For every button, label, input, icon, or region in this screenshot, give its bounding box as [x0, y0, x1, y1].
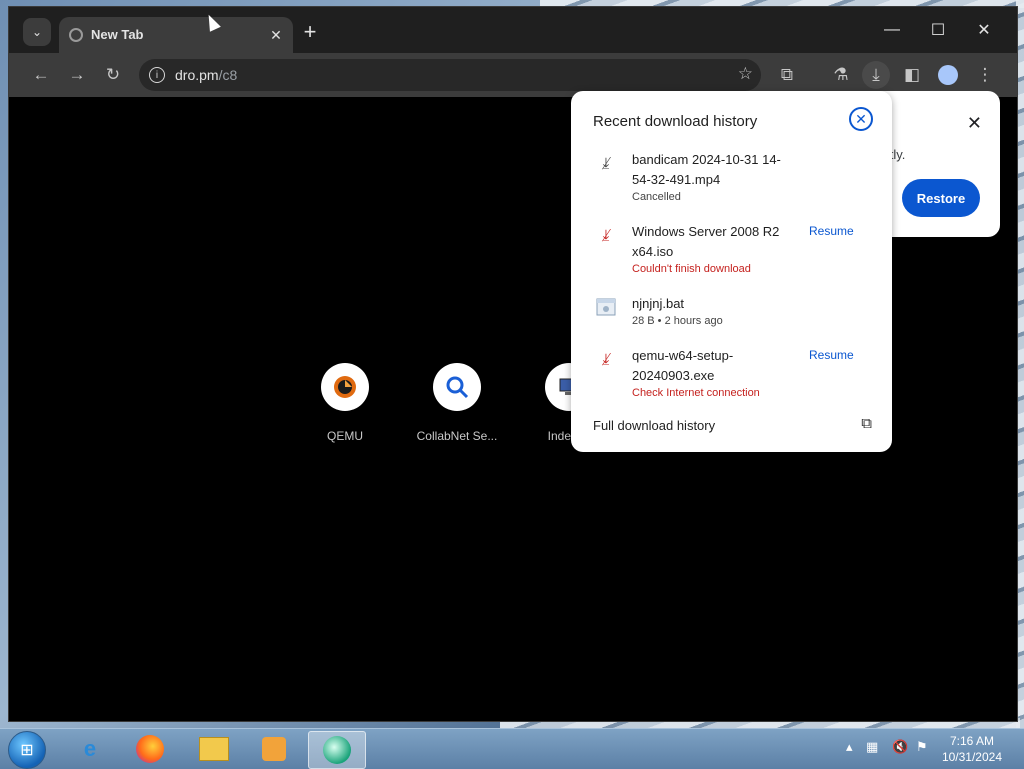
taskbar-file-explorer[interactable] — [186, 731, 242, 767]
download-history-panel: Recent download history ✕ ⤓̸ bandicam 20… — [571, 91, 892, 452]
side-panel-button[interactable]: ◧ — [898, 61, 926, 89]
media-player-icon — [262, 737, 286, 761]
close-icon[interactable]: ✕ — [967, 113, 982, 134]
close-icon[interactable]: ✕ — [849, 107, 873, 131]
download-status: Couldn't finish download — [632, 263, 751, 275]
shortcut-collabnet[interactable]: CollabNet Se... — [412, 363, 502, 443]
download-icon: ⤓ — [872, 65, 880, 84]
profile-button[interactable] — [934, 61, 962, 89]
internet-explorer-icon: e — [83, 736, 97, 761]
show-hidden-icons[interactable]: ▴ — [846, 739, 853, 755]
labs-button[interactable]: ⚗ — [827, 61, 855, 89]
tab-new-tab[interactable]: New Tab ✕ — [59, 17, 293, 53]
clock[interactable]: 7:16 AM 10/31/2024 — [942, 733, 1002, 765]
start-button[interactable]: ⊞ — [8, 731, 46, 769]
url-text: dro.pm/c8 — [175, 67, 237, 83]
download-error-icon: ⤓̸ — [602, 350, 610, 368]
maximize-button[interactable]: ☐ — [915, 15, 961, 45]
minimize-button[interactable]: — — [869, 15, 915, 45]
reload-icon: ↻ — [105, 65, 121, 84]
address-bar[interactable]: i dro.pm/c8 ☆ — [139, 59, 761, 91]
taskbar-media-player[interactable] — [246, 731, 302, 767]
open-in-new-icon[interactable]: ⧉ — [861, 415, 872, 432]
shortcut-qemu[interactable]: QEMU — [300, 363, 390, 443]
menu-button[interactable]: ⋮ — [971, 61, 999, 89]
chevron-down-icon: ⌄ — [31, 25, 43, 39]
tab-title: New Tab — [91, 27, 144, 42]
qemu-icon — [321, 363, 369, 411]
shortcut-label: CollabNet Se... — [416, 429, 498, 443]
taskbar-firefox[interactable] — [122, 731, 178, 767]
resume-button[interactable]: Resume — [809, 348, 854, 362]
shortcut-label: QEMU — [327, 429, 363, 443]
download-error-icon: ⤓̸ — [602, 226, 610, 244]
download-filename: qemu-w64-setup-20240903.exe — [632, 348, 734, 383]
firefox-icon — [136, 735, 164, 763]
bookmark-star-icon[interactable]: ☆ — [738, 64, 753, 84]
browser-icon — [323, 736, 351, 764]
tab-search-button[interactable]: ⌄ — [23, 18, 51, 46]
panel-title: Recent download history — [593, 113, 758, 130]
action-center-flag-icon[interactable]: ⚑ — [916, 739, 928, 755]
puzzle-icon: ⧉ — [780, 65, 794, 84]
windows-logo-icon: ⊞ — [20, 742, 34, 759]
forward-button[interactable]: → — [63, 61, 91, 89]
volume-muted-icon[interactable]: 🔇 — [892, 739, 908, 755]
clock-date: 10/31/2024 — [941, 750, 1002, 764]
taskbar-internet-explorer[interactable]: e — [62, 731, 118, 767]
downloads-button[interactable]: ⤓ — [862, 61, 890, 89]
extensions-button[interactable]: ⧉ — [773, 61, 801, 89]
tab-close-icon[interactable]: ✕ — [265, 24, 287, 46]
download-filename: bandicam 2024-10-31 14-54-32-491.mp4 — [632, 152, 781, 187]
avatar-icon — [938, 65, 958, 85]
download-status: Check Internet connection — [632, 387, 760, 399]
url-host: dro.pm — [175, 67, 219, 83]
url-path: /c8 — [218, 67, 238, 83]
clock-time: 7:16 AM — [949, 734, 994, 748]
reload-button[interactable]: ↻ — [99, 61, 127, 89]
restore-button[interactable]: Restore — [902, 179, 980, 217]
side-panel-icon: ◧ — [903, 65, 921, 84]
new-tab-button[interactable]: + — [299, 21, 321, 43]
download-status: 28 B • 2 hours ago — [632, 315, 723, 327]
flask-icon: ⚗ — [833, 65, 849, 84]
arrow-right-icon: → — [68, 65, 86, 84]
resume-button[interactable]: Resume — [809, 224, 854, 238]
download-off-icon: ⤓̸ — [602, 154, 610, 172]
globe-icon — [69, 28, 83, 42]
taskbar: ⊞ e ▴ ▦ 🔇 ⚑ 7:16 AM 10/31/2024 — [0, 728, 1024, 769]
taskbar-browser[interactable] — [308, 731, 366, 769]
back-button[interactable]: ← — [27, 61, 55, 89]
download-filename: njnjnj.bat — [632, 296, 685, 311]
site-info-icon[interactable]: i — [149, 67, 165, 83]
folder-icon — [199, 737, 229, 761]
download-filename: Windows Server 2008 R2 x64.iso — [632, 224, 780, 259]
full-download-history-link[interactable]: Full download history — [593, 418, 715, 433]
arrow-left-icon: ← — [32, 65, 50, 84]
more-vert-icon: ⋮ — [976, 65, 994, 84]
batch-file-icon — [595, 296, 617, 318]
download-status: Cancelled — [632, 191, 681, 203]
network-icon[interactable]: ▦ — [866, 739, 878, 755]
window-close-button[interactable]: ✕ — [961, 15, 1007, 45]
tab-strip: ⌄ New Tab ✕ + — ☐ ✕ — [9, 7, 1017, 53]
magnifier-icon — [433, 363, 481, 411]
